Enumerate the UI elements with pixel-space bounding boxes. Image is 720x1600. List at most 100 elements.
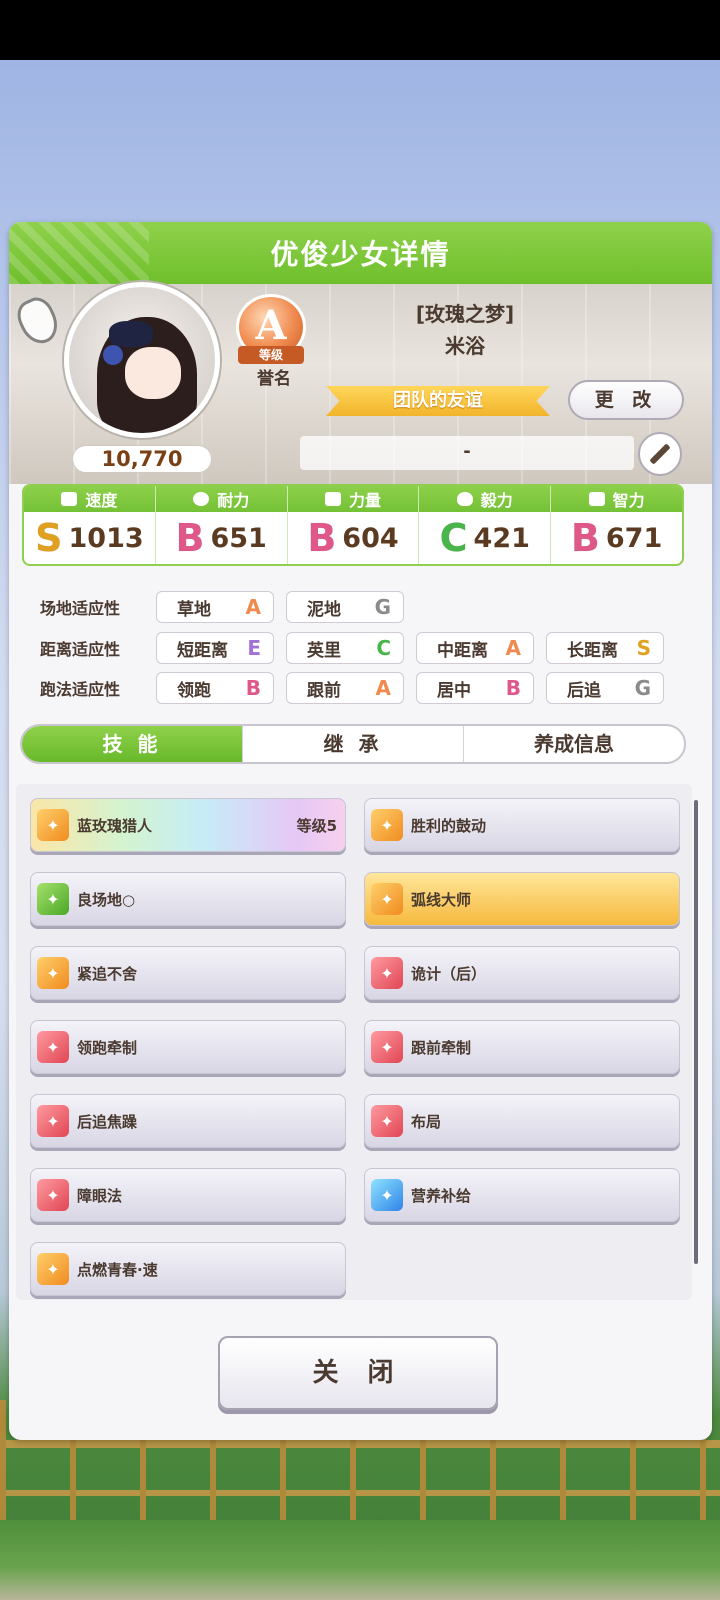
- skill-name: 障眼法: [77, 1186, 123, 1205]
- apt-cell: 草地 A: [156, 591, 274, 623]
- skill-item[interactable]: ✦ 胜利的鼓动: [364, 798, 680, 852]
- apt-grade: B: [245, 676, 261, 700]
- uma-name: 米浴: [445, 334, 485, 358]
- skill-muscle-icon: ✦: [37, 883, 69, 915]
- flame-icon: [456, 492, 473, 506]
- stat-wisdom: 智力 B 671: [551, 486, 682, 564]
- skill-name: 诡计（后）: [411, 964, 487, 983]
- fans-count: 10,770: [72, 445, 212, 473]
- tab-training-info[interactable]: 养成信息: [464, 726, 684, 762]
- apt-name: 领跑: [177, 680, 211, 701]
- pencil-icon: [649, 443, 671, 465]
- skill-item[interactable]: ✦ 布局: [364, 1094, 680, 1148]
- apt-name: 短距离: [177, 640, 228, 661]
- apt-cell: 领跑 B: [156, 672, 274, 704]
- skill-name: 营养补给: [411, 1186, 472, 1205]
- stat-guts: 毅力 C 421: [419, 486, 552, 564]
- skill-name: 紧追不舍: [77, 964, 138, 983]
- stat-label: 速度: [85, 491, 118, 510]
- skill-item[interactable]: ✦ 领跑牵制: [30, 1020, 346, 1074]
- skill-runner-icon: ✦: [37, 1179, 69, 1211]
- stats-panel: 速度 S 1013 耐力 B 651 力量 B 604 毅力 C 421 智力 B 671: [22, 484, 684, 566]
- rank-label: 誉名: [257, 369, 291, 389]
- skill-item[interactable]: ✦ 点燃青春·速: [30, 1242, 346, 1296]
- stat-value: 651: [210, 522, 267, 554]
- apt-name: 长距离: [567, 640, 618, 661]
- stat-value: 671: [605, 522, 663, 554]
- skill-item[interactable]: ✦ 障眼法: [30, 1168, 346, 1222]
- team-banner: 团队的友谊: [326, 386, 550, 416]
- apt-name: 跟前: [307, 680, 341, 701]
- apt-grade: G: [374, 595, 391, 619]
- stat-value: 604: [342, 522, 399, 554]
- skill-item[interactable]: ✦ 营养补给: [364, 1168, 680, 1222]
- apt-name: 中距离: [437, 640, 488, 661]
- apt-label: 跑法适应性: [40, 680, 121, 699]
- skill-name: 弧线大师: [411, 890, 472, 909]
- skill-name: 蓝玫瑰猎人: [77, 816, 153, 835]
- stat-value: 1013: [68, 522, 144, 554]
- skill-name: 领跑牵制: [77, 1038, 138, 1057]
- skill-name: 后追焦躁: [77, 1112, 138, 1131]
- stat-speed: 速度 S 1013: [24, 486, 156, 564]
- stat-value: 421: [473, 522, 530, 554]
- skill-level: 等级5: [296, 816, 337, 835]
- skill-run-icon: ✦: [371, 809, 403, 841]
- skill-name: 布局: [411, 1112, 442, 1131]
- rank-ribbon: 等级: [238, 346, 304, 364]
- stat-grade: B: [570, 516, 600, 560]
- apt-cell: 短距离 E: [156, 632, 274, 664]
- apt-cell: 长距离 S: [546, 632, 664, 664]
- skill-item[interactable]: ✦ 蓝玫瑰猎人 等级5: [30, 798, 346, 852]
- avatar-face: [125, 347, 181, 399]
- uma-title: [玫瑰之梦]: [415, 302, 515, 326]
- skill-item[interactable]: ✦ 后追焦躁: [30, 1094, 346, 1148]
- edit-button[interactable]: [638, 432, 682, 476]
- apt-label: 距离适应性: [40, 640, 121, 659]
- skill-item[interactable]: ✦ 诡计（后）: [364, 946, 680, 1000]
- distance-aptitude-row: 距离适应性 短距离 E 英里 C 中距离 A 长距离 S: [40, 631, 680, 665]
- stat-grade: C: [439, 516, 468, 560]
- heart-icon: [193, 492, 210, 506]
- skill-name: 跟前牵制: [411, 1038, 472, 1057]
- skill-sparkle-icon: ✦: [371, 957, 403, 989]
- apt-grade: E: [247, 636, 261, 660]
- skill-name: 胜利的鼓动: [411, 816, 487, 835]
- apt-grade: G: [634, 676, 651, 700]
- apt-cell: 跟前 A: [286, 672, 404, 704]
- skill-sparkle-icon: ✦: [371, 1031, 403, 1063]
- skill-item[interactable]: ✦ 弧线大师: [364, 872, 680, 926]
- apt-grade: S: [636, 636, 651, 660]
- apt-grade: A: [245, 595, 261, 619]
- apt-grade: A: [375, 676, 391, 700]
- skill-sparkle-icon: ✦: [371, 1179, 403, 1211]
- stat-label: 智力: [612, 491, 645, 510]
- motto-text: -: [300, 436, 634, 470]
- track-aptitude-row: 场地适应性 草地 A 泥地 G: [40, 590, 680, 624]
- tab-skills[interactable]: 技 能: [22, 726, 243, 762]
- skill-item[interactable]: ✦ 紧追不舍: [30, 946, 346, 1000]
- stat-label: 力量: [348, 491, 381, 510]
- skill-run-icon: ✦: [37, 957, 69, 989]
- apt-label: 场地适应性: [40, 599, 121, 618]
- dialog-header: 优俊少女详情: [9, 222, 712, 284]
- stat-label: 毅力: [480, 491, 513, 510]
- close-button[interactable]: 关 闭: [218, 1336, 498, 1410]
- change-button[interactable]: 更 改: [568, 380, 684, 420]
- apt-grade: A: [505, 636, 521, 660]
- apt-name: 英里: [307, 640, 341, 661]
- avatar[interactable]: [64, 282, 220, 438]
- skill-item[interactable]: ✦ 良场地○: [30, 872, 346, 926]
- tab-inherit[interactable]: 继 承: [243, 726, 464, 762]
- apt-cell: 后追 G: [546, 672, 664, 704]
- dialog-title: 优俊少女详情: [270, 238, 451, 271]
- background-grass: [0, 1520, 720, 1600]
- skill-name: 点燃青春·速: [77, 1260, 158, 1279]
- apt-name: 草地: [177, 599, 211, 620]
- skill-name: 良场地○: [77, 890, 136, 909]
- skill-item[interactable]: ✦ 跟前牵制: [364, 1020, 680, 1074]
- apt-grade: B: [505, 676, 521, 700]
- apt-name: 后追: [567, 680, 601, 701]
- stat-stamina: 耐力 B 651: [155, 486, 288, 564]
- scrollbar[interactable]: [694, 800, 698, 1264]
